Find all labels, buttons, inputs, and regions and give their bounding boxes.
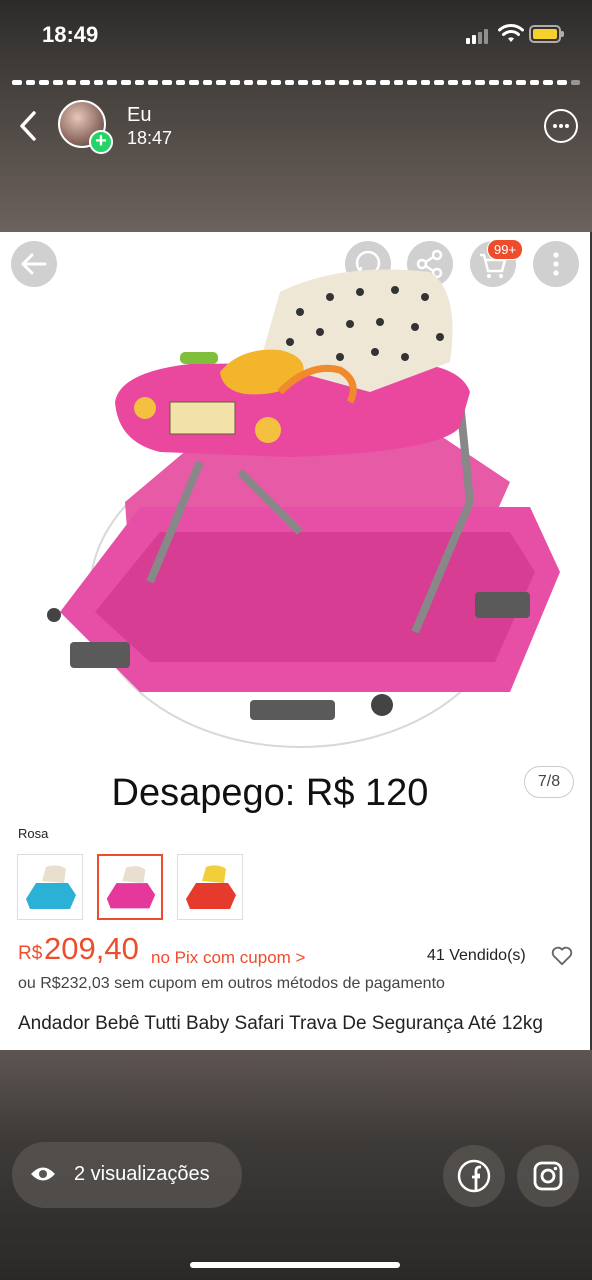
back-chevron-icon[interactable] [14, 108, 44, 144]
pix-coupon-link[interactable]: no Pix com cupom > [151, 948, 306, 968]
more-options-icon[interactable] [544, 109, 578, 143]
other-payment-price: ou R$232,03 sem cupom em outros métodos … [18, 975, 445, 992]
price-currency: R$ [18, 943, 43, 964]
story-user-name: Eu [127, 104, 152, 126]
price-value: 209,40 [44, 931, 139, 966]
walker-thumbnail [26, 865, 76, 909]
story-progress-bar [12, 80, 581, 85]
home-indicator[interactable] [190, 1262, 400, 1268]
variant-swatch-pink[interactable] [97, 854, 163, 920]
views-count: 2 visualizações [74, 1163, 210, 1185]
eye-icon [31, 1167, 55, 1181]
story-posted-time: 18:47 [127, 128, 173, 148]
variant-swatch-red[interactable] [177, 854, 243, 920]
sold-count: 41 Vendido(s) [427, 947, 526, 964]
image-counter: 7/8 [524, 766, 574, 798]
status-time: 18:49 [42, 22, 99, 47]
variant-swatch-blue[interactable] [17, 854, 83, 920]
product-title: Andador Bebê Tutti Baby Safari Trava De … [18, 1013, 543, 1034]
story-caption-headline: Desapego: R$ 120 [111, 772, 429, 814]
product-image-baby-walker[interactable] [40, 252, 570, 752]
variant-label: Rosa [18, 826, 49, 841]
wifi-icon [498, 24, 524, 42]
share-facebook-button[interactable] [443, 1145, 505, 1207]
share-instagram-button[interactable] [517, 1145, 579, 1207]
heart-icon[interactable] [551, 946, 573, 966]
walker-thumbnail [106, 866, 156, 909]
views-button[interactable]: 2 visualizações [12, 1142, 242, 1208]
add-status-icon[interactable]: + [89, 130, 113, 154]
battery-icon [529, 25, 564, 43]
signal-icon [466, 28, 492, 44]
walker-thumbnail [186, 865, 236, 909]
facebook-icon [457, 1159, 491, 1193]
product-screenshot: 99+ Desapego: R$ 120 7/8 Rosa R$ 209,40 … [0, 232, 590, 1050]
instagram-icon [533, 1161, 563, 1191]
